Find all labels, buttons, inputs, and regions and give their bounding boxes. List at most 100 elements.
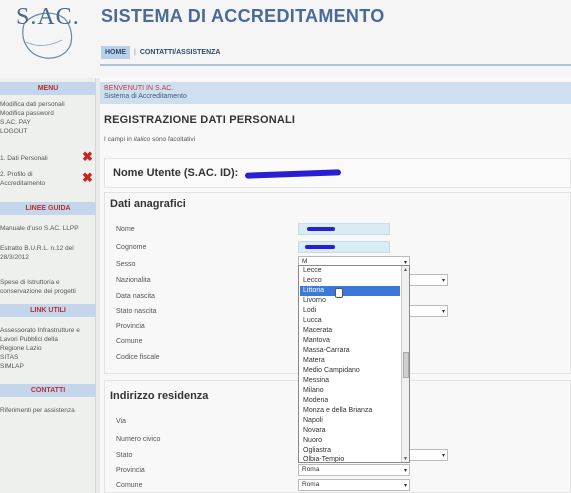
- page-title: REGISTRAZIONE DATI PERSONALI: [104, 114, 296, 126]
- guide-link-fees-cont[interactable]: conservazione dei progetti: [0, 287, 92, 296]
- scroll-down-icon[interactable]: ▼: [403, 456, 408, 462]
- dropdown-option[interactable]: Livorno: [302, 296, 398, 306]
- section-title-address: Indirizzo residenza: [110, 390, 209, 402]
- header-divider: [100, 64, 571, 66]
- step-personal-data[interactable]: 1. Dati Personali: [0, 154, 92, 163]
- user-id-box: Nome Utente (S.AC. ID):: [104, 158, 571, 188]
- comune-select[interactable]: Roma ▾: [298, 479, 410, 491]
- redacted-user-id: [244, 169, 342, 179]
- user-id-label: Nome Utente (S.AC. ID):: [113, 167, 239, 179]
- label-provincia-nascita: Provincia: [116, 323, 145, 330]
- dropdown-option[interactable]: Macerata: [302, 326, 398, 336]
- dropdown-option[interactable]: Monza e della Brianza: [302, 406, 398, 416]
- welcome-title: BENVENUTI IN S.AC.: [104, 85, 174, 92]
- sidebar-item-edit-personal[interactable]: Modifica dati personali: [0, 100, 92, 109]
- dropdown-option[interactable]: Matera: [302, 356, 398, 366]
- chevron-down-icon: ▾: [441, 309, 445, 315]
- scroll-up-icon[interactable]: ▲: [403, 267, 408, 273]
- chevron-down-icon: ▾: [403, 468, 407, 474]
- incomplete-x-icon: ✖: [82, 149, 93, 164]
- label-stato: Stato: [116, 452, 133, 459]
- useful-link-simlap[interactable]: SIMLAP: [0, 362, 92, 371]
- sidebar: MENU Modifica dati personali Modifica pa…: [0, 78, 96, 493]
- cognome-input[interactable]: [298, 241, 390, 253]
- comune-value: Roma: [302, 481, 320, 488]
- logo-text: S.AC.: [16, 4, 80, 30]
- nav-contact-link[interactable]: CONTATTI/ASSISTENZA: [140, 49, 221, 56]
- useful-link-sitas[interactable]: SITAS: [0, 353, 92, 362]
- sesso-value: M: [302, 258, 308, 265]
- chevron-down-icon: ▾: [441, 278, 445, 284]
- hint-suffix: sono facoltativi: [152, 136, 196, 143]
- sidebar-links-heading: LINK UTILI: [0, 304, 96, 317]
- redacted-cognome: [305, 245, 335, 249]
- label-stato-nascita: Stato nascita: [116, 308, 157, 315]
- useful-link-lavori[interactable]: Lavori Pubblici della: [0, 335, 92, 344]
- page-header: S.AC. SISTEMA DI ACCREDITAMENTO HOME | CON…: [0, 0, 571, 78]
- sidebar-contacts-heading: CONTATTI: [0, 384, 96, 397]
- dropdown-option[interactable]: Mantova: [302, 336, 398, 346]
- dropdown-option[interactable]: Lucca: [302, 316, 398, 326]
- section-title-personal: Dati anagrafici: [110, 198, 186, 210]
- sidebar-item-sac-pay[interactable]: S.AC. PAY: [0, 118, 92, 127]
- guide-link-fees[interactable]: Spese di Istruttoria e: [0, 278, 92, 287]
- provincia-dropdown-list[interactable]: Lecce Lecco Littoria Livorno Lodi Lucca …: [298, 265, 410, 463]
- nome-input[interactable]: [298, 223, 390, 235]
- contact-link-support[interactable]: Riferimenti per assistenza: [0, 406, 92, 415]
- dropdown-option[interactable]: Massa-Carrara: [302, 346, 398, 356]
- dropdown-option[interactable]: Olbia-Tempio: [302, 455, 398, 462]
- dropdown-option-selected[interactable]: Littoria: [300, 286, 400, 296]
- label-comune-nascita: Comune: [116, 338, 143, 345]
- hint-italic: italico: [133, 136, 151, 143]
- optional-fields-hint: I campi in italico sono facoltativi: [104, 136, 195, 143]
- welcome-subtitle: Sistema di Accreditamento: [104, 93, 187, 100]
- top-nav: HOME | CONTATTI/ASSISTENZA: [101, 46, 220, 59]
- hint-prefix: I campi in: [104, 136, 132, 143]
- dropdown-option[interactable]: Lecce: [302, 266, 398, 276]
- label-sesso: Sesso: [116, 261, 136, 268]
- useful-link-regione[interactable]: Regione Lazio: [0, 344, 92, 353]
- dropdown-option[interactable]: Nuoro: [302, 436, 398, 446]
- dropdown-option[interactable]: Medio Campidano: [302, 366, 398, 376]
- guide-link-manual[interactable]: Manuale d'uso S.AC. LLPP: [0, 224, 92, 233]
- dropdown-option[interactable]: Napoli: [302, 416, 398, 426]
- welcome-banner: BENVENUTI IN S.AC. Sistema di Accreditam…: [100, 82, 571, 104]
- provincia-value: Roma: [302, 466, 320, 473]
- sidebar-menu-heading: MENU: [0, 82, 96, 95]
- redacted-nome: [307, 227, 335, 231]
- label-provincia: Provincia: [116, 467, 145, 474]
- scrollbar-thumb[interactable]: [403, 352, 409, 378]
- dropdown-option[interactable]: Novara: [302, 426, 398, 436]
- nav-home-link[interactable]: HOME: [101, 46, 130, 59]
- sidebar-item-logout[interactable]: LOGOUT: [0, 127, 92, 136]
- dropdown-option[interactable]: Messina: [302, 376, 398, 386]
- dropdown-option[interactable]: Milano: [302, 386, 398, 396]
- provincia-select[interactable]: Roma ▾: [298, 464, 410, 476]
- chevron-down-icon: ▾: [441, 453, 445, 459]
- mouse-pointer-icon: [335, 288, 343, 298]
- dropdown-option[interactable]: Modena: [302, 396, 398, 406]
- nav-separator: |: [134, 49, 136, 56]
- incomplete-x-icon: ✖: [82, 170, 93, 185]
- label-nome: Nome: [116, 226, 135, 233]
- useful-link-assessorato[interactable]: Assessorato Infrastrutture e: [0, 326, 92, 335]
- label-numero-civico: Numero civico: [116, 436, 161, 443]
- label-codice-fiscale: Codice fiscale: [116, 354, 160, 361]
- guide-link-burl[interactable]: Estratto B.U.R.L. n.12 del: [0, 244, 92, 253]
- sidebar-guide-heading: LINEE GUIDA: [0, 202, 96, 215]
- guide-link-burl-date[interactable]: 28/3/2012: [0, 253, 92, 262]
- dropdown-option[interactable]: Lodi: [302, 306, 398, 316]
- label-comune: Comune: [116, 482, 143, 489]
- label-data-nascita: Data nascita: [116, 293, 155, 300]
- label-via: Via: [116, 418, 126, 425]
- dropdown-scrollbar[interactable]: ▲ ▼: [401, 266, 409, 462]
- sidebar-item-edit-password[interactable]: Modifica password: [0, 109, 92, 118]
- site-title: SISTEMA DI ACCREDITAMENTO: [101, 6, 385, 26]
- label-cognome: Cognome: [116, 244, 147, 251]
- step-profile-cont[interactable]: Accreditamento: [0, 179, 92, 188]
- main-content: BENVENUTI IN S.AC. Sistema di Accreditam…: [100, 78, 571, 493]
- chevron-down-icon: ▾: [403, 483, 407, 489]
- dropdown-option[interactable]: Lecco: [302, 276, 398, 286]
- label-nazionalita: Nazionalita: [116, 277, 151, 284]
- step-profile[interactable]: 2. Profilo di: [0, 170, 92, 179]
